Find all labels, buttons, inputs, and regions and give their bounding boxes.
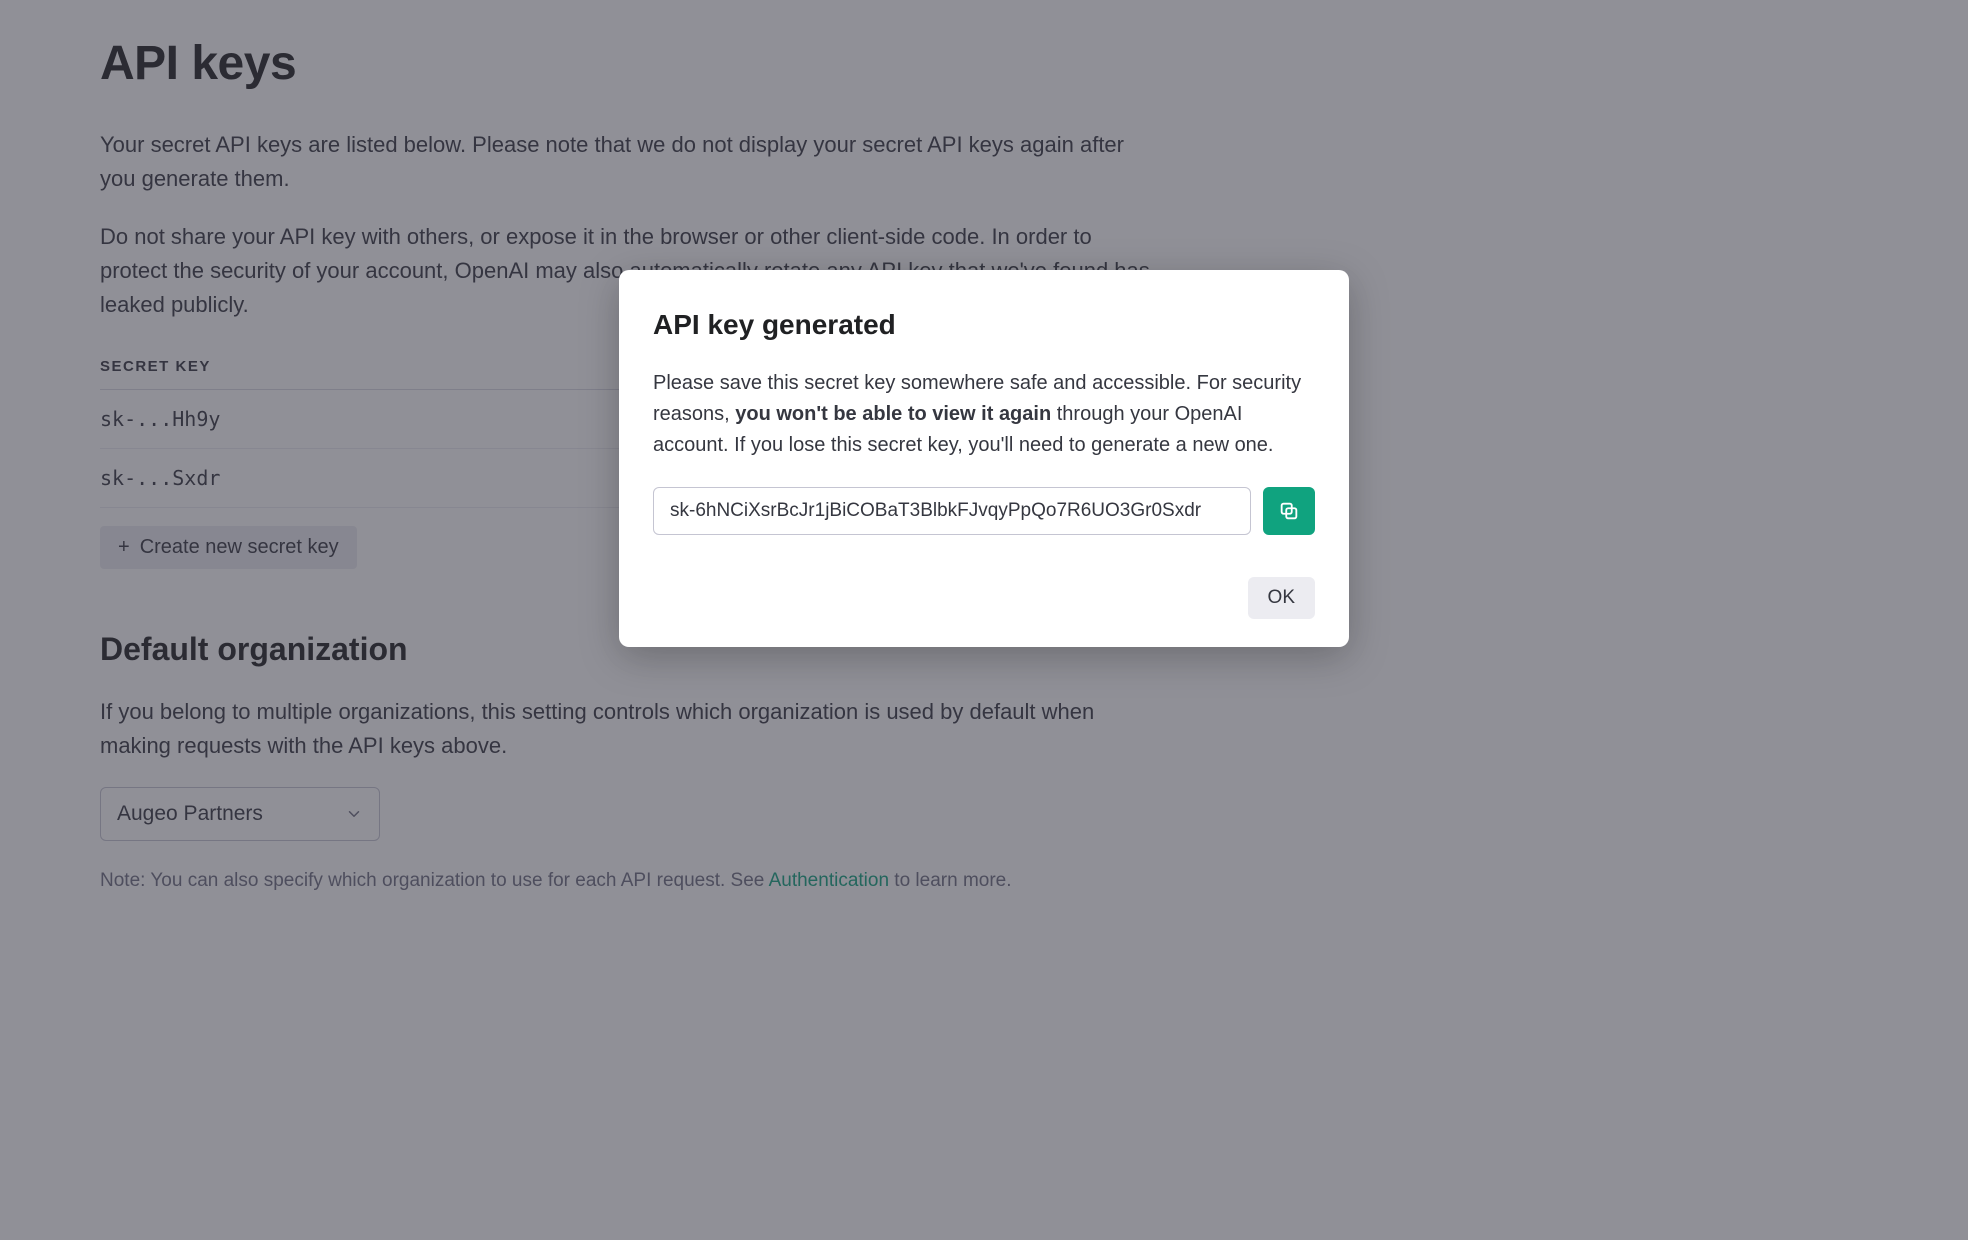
- api-key-field[interactable]: [653, 487, 1251, 535]
- modal-overlay[interactable]: API key generated Please save this secre…: [0, 0, 1968, 1240]
- modal-body: Please save this secret key somewhere sa…: [653, 368, 1315, 461]
- modal-footer: OK: [653, 577, 1315, 619]
- key-row: [653, 487, 1315, 535]
- modal-body-bold: you won't be able to view it again: [735, 403, 1051, 425]
- api-key-generated-modal: API key generated Please save this secre…: [619, 270, 1349, 647]
- modal-title: API key generated: [653, 304, 1315, 346]
- copy-key-button[interactable]: [1263, 487, 1315, 535]
- ok-button[interactable]: OK: [1248, 577, 1315, 619]
- copy-icon: [1278, 500, 1300, 522]
